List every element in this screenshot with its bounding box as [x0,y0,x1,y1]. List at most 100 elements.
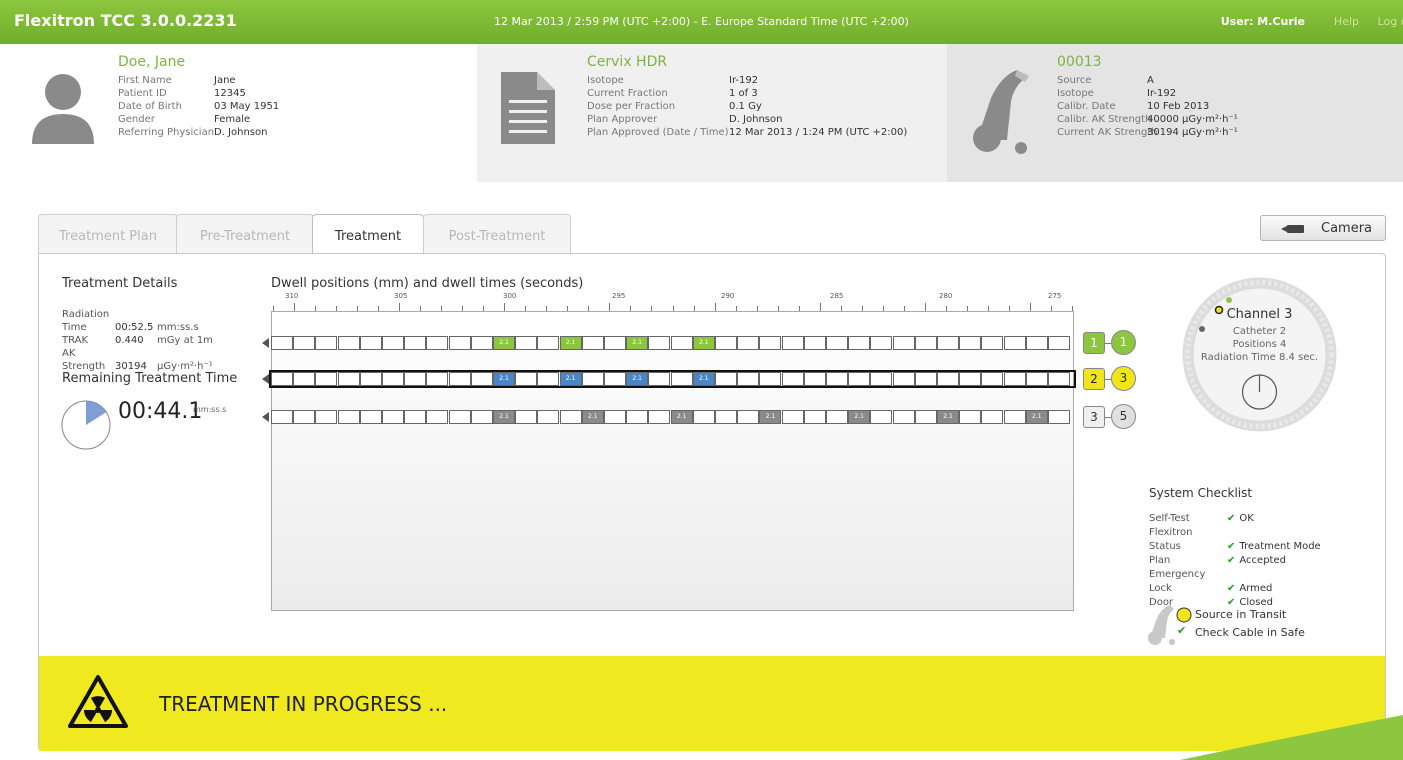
channel-row[interactable]: 2.1 2.1 2.1 2.1 [262,370,1076,388]
dwell-time: 2.1 [848,410,871,424]
tab-pre-treatment[interactable]: Pre-Treatment [176,214,314,254]
system-checklist: Self-Test ✔ OK Flexitron Status ✔ Treatment … [1149,512,1321,610]
dwell-time: 2.1 [493,336,515,350]
info-label: First Name [118,75,172,86]
remaining-time-unit: mm:ss.s [193,405,227,414]
checklist-label: Plan [1149,555,1171,566]
checklist-value: Armed [1239,583,1273,594]
dwell-position [670,372,693,386]
dwell-position [448,372,471,386]
system-checklist-title: System Checklist [1149,486,1253,500]
info-value: A [1147,75,1154,86]
check-cable-in-safe: Check Cable in Safe [1195,626,1305,639]
check-icon: ✔ [1227,583,1236,594]
dwell-position [604,410,626,424]
ruler-label: 290 [721,292,735,300]
info-label: Dose per Fraction [587,101,676,112]
ruler-tick [609,303,611,311]
info-value: 03 May 1951 [214,101,280,112]
catheter-circle[interactable]: 1 [1111,330,1136,355]
dwell-position [404,372,427,386]
channel-row[interactable]: 2.1 2.1 2.1 2.1 2.1 2.1 2.1 [262,410,1074,424]
dwell-time: 2.1 [759,410,782,424]
dwell-position [670,336,693,350]
tab-treatment[interactable]: Treatment [312,214,424,255]
dwell-position [382,372,404,386]
info-row: Dose per Fraction 0.1 Gy [587,100,907,113]
ring-channel: Channel 3 [1226,307,1293,322]
info-label: Isotope [587,75,624,86]
dwell-position [981,336,1004,350]
dwell-time: 2.1 [692,336,715,350]
dwell-position [759,372,782,386]
info-row: Isotope Ir-192 [587,74,907,87]
ruler-label: 295 [612,292,626,300]
channel-badge[interactable]: 2 [1083,368,1105,390]
dwell-time: 2.1 [670,410,693,424]
source-id: 00013 [1057,54,1102,70]
info-value: Jane [214,75,236,86]
channel-1-dot[interactable] [1226,297,1232,303]
dwell-position [470,372,493,386]
tab-treatment-plan[interactable]: Treatment Plan [38,214,178,254]
dwell-position [848,336,871,350]
tab-post-treatment[interactable]: Post-Treatment [423,214,571,254]
dwell-time: 2.1 [626,336,649,350]
plan-info: Isotope Ir-192 Current Fraction 1 of 3 Dose … [587,74,907,139]
checklist-value: Accepted [1239,555,1286,566]
dwell-position [271,336,293,350]
treatment-status-message: TREATMENT IN PROGRESS ... [159,692,448,716]
info-label: Current Fraction [587,88,668,99]
check-icon: ✔ [1227,513,1236,524]
dwell-position [1025,372,1048,386]
camera-button[interactable]: Camera [1260,215,1386,241]
dwell-position [426,336,449,350]
patient-info: First Name Jane Patient ID 12345 Date of Bir… [118,74,279,139]
dwell-time: 2.1 [626,372,649,386]
td-label: AK Strength [62,348,106,372]
info-label: Plan Approver [587,114,658,125]
dwell-position [604,336,626,350]
dwell-position [848,372,871,386]
info-row: Calibr. Date 10 Feb 2013 [1057,100,1238,113]
dwell-position [426,410,449,424]
dwell-position [759,336,782,350]
dwell-position [470,410,493,424]
position-ruler: 310 305 300 295 290 285 280 275 [271,292,1074,312]
dwell-position [937,336,959,350]
dwell-position [537,336,560,350]
dwell-position [648,372,671,386]
title-bar: Flexitron TCC 3.0.0.2231 12 Mar 2013 / 2… [0,0,1403,44]
camera-icon [1281,225,1304,233]
patient-avatar-icon [32,74,94,144]
dwell-position [1003,410,1026,424]
camera-label: Camera [1321,221,1373,236]
dwell-position [404,336,427,350]
td-unit: mGy at 1m [157,335,213,346]
dwell-position [293,372,316,386]
dwell-position [537,372,560,386]
catheter-circle[interactable]: 3 [1111,366,1136,391]
catheter-circle[interactable]: 5 [1111,404,1136,429]
remaining-time-title: Remaining Treatment Time [62,371,238,386]
channel-row[interactable]: 2.1 2.1 2.1 2.1 [262,336,1074,350]
ruler-tick [819,303,821,311]
info-value: 30194 µGy·m²·h⁻¹ [1147,127,1238,138]
dwell-position [1025,336,1048,350]
dwell-position [581,336,604,350]
dwell-position [826,336,848,350]
plan-panel: Cervix HDR Isotope Ir-192 Current Fraction… [477,44,947,182]
info-label: Current AK Strength [1057,127,1158,138]
log-off-link[interactable]: Log off [1378,15,1403,28]
source-in-transit: Source in Transit [1195,608,1287,621]
info-label: Gender [118,114,155,125]
dwell-position [359,336,382,350]
source-transit-indicator-icon [1176,607,1192,623]
channel-badge[interactable]: 1 [1083,332,1105,354]
dwell-position [914,372,937,386]
channel-badge[interactable]: 3 [1083,406,1105,428]
help-link[interactable]: Help [1334,15,1359,28]
info-value: 1 of 3 [729,88,758,99]
dwell-position [559,410,582,424]
dwell-position [293,336,316,350]
